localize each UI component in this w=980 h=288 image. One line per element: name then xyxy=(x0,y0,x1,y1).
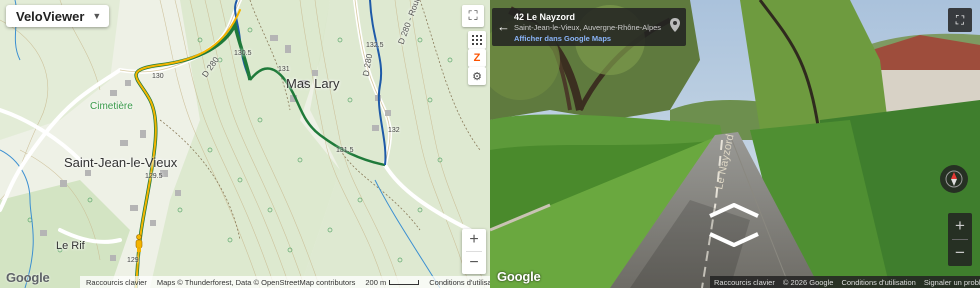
chevron-down-icon: ▼ xyxy=(92,11,102,21)
map-scale: 200 m xyxy=(365,277,420,287)
fullscreen-icon[interactable]: ⛶ xyxy=(948,8,972,32)
back-arrow-icon[interactable]: ← xyxy=(497,19,510,34)
map-footer: Raccourcis clavier Maps © Thunderforest,… xyxy=(80,276,490,288)
zoom-in-button[interactable]: + xyxy=(948,213,972,239)
fullscreen-icon[interactable]: ⛶ xyxy=(462,5,484,27)
elevation-label: 130.5 xyxy=(234,50,252,57)
elevation-label: 131 xyxy=(278,66,290,73)
zoom-out-button[interactable]: − xyxy=(948,240,972,266)
google-logo: Google xyxy=(6,270,50,285)
terms-link[interactable]: Conditions d'utilisation xyxy=(429,278,490,287)
place-label-le-rif: Le Rif xyxy=(56,240,85,252)
copyright-text: © 2026 Google xyxy=(782,277,834,287)
open-in-google-maps-link[interactable]: Afficher dans Google Maps xyxy=(514,34,611,43)
elevation-label: 129 xyxy=(127,257,139,264)
elevation-label: 131.5 xyxy=(336,147,354,154)
street-view-zoom-control[interactable]: + − xyxy=(948,213,972,266)
map-attribution: Maps © Thunderforest, Data © OpenStreetM… xyxy=(156,277,356,287)
elevation-label: 129.5 xyxy=(145,173,163,180)
street-view-footer: Raccourcis clavier © 2026 Google Conditi… xyxy=(710,276,980,288)
scale-label: 200 m xyxy=(365,277,387,287)
elevation-label: 132.5 xyxy=(366,42,384,49)
place-label-mas-lary: Mas Lary xyxy=(286,76,340,91)
scale-bar xyxy=(389,280,420,286)
elevation-label: 130 xyxy=(152,73,164,80)
keyboard-shortcuts-link[interactable]: Raccourcis clavier xyxy=(714,278,775,287)
terms-link[interactable]: Conditions d'utilisation xyxy=(841,278,915,287)
zoom-out-button[interactable]: − xyxy=(462,252,486,274)
zoom-in-button[interactable]: + xyxy=(462,229,486,251)
report-problem-link[interactable]: Signaler un problème xyxy=(924,278,980,287)
map-zoom-control[interactable]: + − xyxy=(462,229,486,274)
keyboard-shortcuts-link[interactable]: Raccourcis clavier xyxy=(86,278,147,287)
street-view-panel[interactable]: Le Nayzord ← 42 Le Nayzord Saint-Jean-le… xyxy=(490,0,980,288)
compass-icon[interactable] xyxy=(940,165,968,193)
map-panel[interactable]: Mas Lary Saint-Jean-le-Vieux Le Rif Cime… xyxy=(0,0,490,288)
map-type-label: VeloViewer xyxy=(16,8,85,24)
place-label-cimetiere: Cimetière xyxy=(90,101,133,112)
nav-arrow-forward-icon[interactable] xyxy=(708,202,760,218)
address-subtitle: Saint-Jean-le-Vieux, Auvergne-Rhône-Alpe… xyxy=(514,23,662,32)
pegman-icon[interactable] xyxy=(134,234,144,252)
map-pin-icon xyxy=(670,18,680,32)
elevation-label: 132 xyxy=(388,127,400,134)
grid-icon[interactable] xyxy=(468,31,486,49)
nav-arrow-back-icon[interactable] xyxy=(708,232,760,248)
map-type-select[interactable]: VeloViewer ▼ xyxy=(6,5,110,27)
strava-icon[interactable]: Z xyxy=(468,49,486,67)
address-card: ← 42 Le Nayzord Saint-Jean-le-Vieux, Auv… xyxy=(492,8,686,46)
address-title: 42 Le Nayzord xyxy=(514,12,576,22)
google-logo: Google xyxy=(497,269,541,284)
gear-icon[interactable]: ⚙ xyxy=(468,67,486,85)
place-label-saint-jean: Saint-Jean-le-Vieux xyxy=(64,155,178,170)
